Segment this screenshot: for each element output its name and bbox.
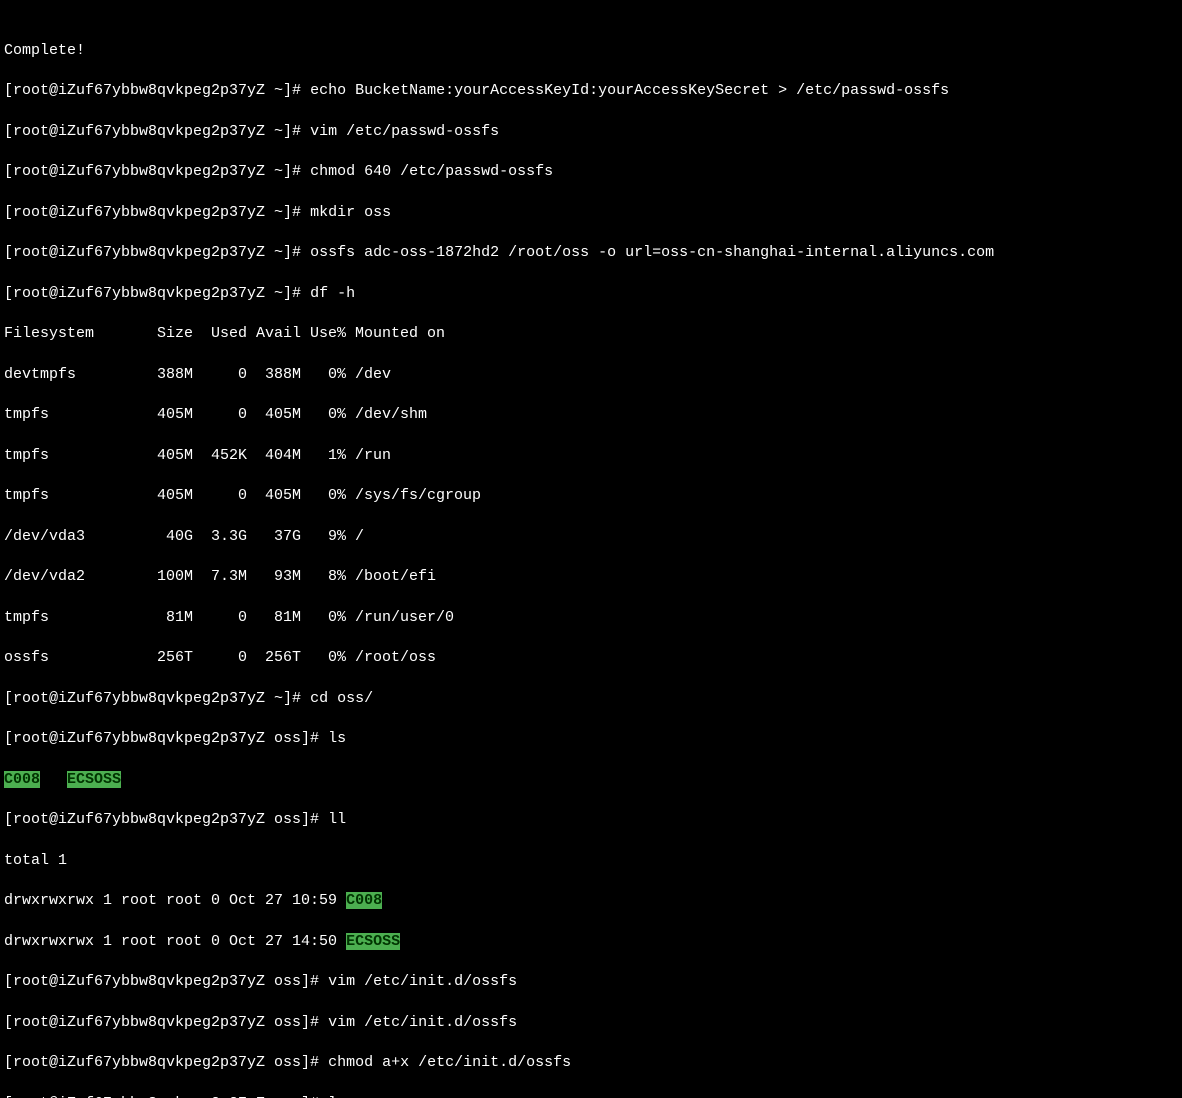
df-row: ossfs256T0256T0%/root/oss [4, 648, 1178, 668]
df-row: devtmpfs388M0388M0%/dev [4, 365, 1178, 385]
command-line: [root@iZuf67ybbw8qvkpeg2p37yZ ~]# echo B… [4, 81, 1178, 101]
ll-row: drwxrwxrwx 1 root root 0 Oct 27 14:50 EC… [4, 932, 1178, 952]
df-row: tmpfs405M452K404M1%/run [4, 446, 1178, 466]
command-line: [root@iZuf67ybbw8qvkpeg2p37yZ ~]# vim /e… [4, 122, 1178, 142]
command-line: [root@iZuf67ybbw8qvkpeg2p37yZ oss]# vim … [4, 972, 1178, 992]
command-line: [root@iZuf67ybbw8qvkpeg2p37yZ oss]# ll [4, 810, 1178, 830]
dir-entry: ECSOSS [67, 771, 121, 788]
df-row: /dev/vda340G3.3G37G9%/ [4, 527, 1178, 547]
command-line: [root@iZuf67ybbw8qvkpeg2p37yZ ~]# cd oss… [4, 689, 1178, 709]
ls-output: C008 ECSOSS [4, 770, 1178, 790]
dir-entry: ECSOSS [346, 933, 400, 950]
df-row: tmpfs405M0405M0%/sys/fs/cgroup [4, 486, 1178, 506]
command-line: [root@iZuf67ybbw8qvkpeg2p37yZ oss]# chmo… [4, 1053, 1178, 1073]
output-line: Complete! [4, 41, 1178, 61]
df-header: FilesystemSizeUsedAvailUse%Mounted on [4, 324, 1178, 344]
dir-entry: C008 [346, 892, 382, 909]
command-line[interactable]: [root@iZuf67ybbw8qvkpeg2p37yZ oss]# ls [4, 1094, 1178, 1098]
df-row: /dev/vda2100M7.3M93M8%/boot/efi [4, 567, 1178, 587]
df-row: tmpfs81M081M0%/run/user/0 [4, 608, 1178, 628]
command-line: [root@iZuf67ybbw8qvkpeg2p37yZ oss]# ls [4, 729, 1178, 749]
command-line: [root@iZuf67ybbw8qvkpeg2p37yZ ~]# ossfs … [4, 243, 1178, 263]
command-line: [root@iZuf67ybbw8qvkpeg2p37yZ ~]# mkdir … [4, 203, 1178, 223]
ll-row: drwxrwxrwx 1 root root 0 Oct 27 10:59 C0… [4, 891, 1178, 911]
df-row: tmpfs405M0405M0%/dev/shm [4, 405, 1178, 425]
command-line: [root@iZuf67ybbw8qvkpeg2p37yZ oss]# vim … [4, 1013, 1178, 1033]
command-line: [root@iZuf67ybbw8qvkpeg2p37yZ ~]# chmod … [4, 162, 1178, 182]
command-line: [root@iZuf67ybbw8qvkpeg2p37yZ ~]# df -h [4, 284, 1178, 304]
dir-entry: C008 [4, 771, 40, 788]
output-line: total 1 [4, 851, 1178, 871]
terminal-output: Complete! [root@iZuf67ybbw8qvkpeg2p37yZ … [0, 20, 1182, 1098]
